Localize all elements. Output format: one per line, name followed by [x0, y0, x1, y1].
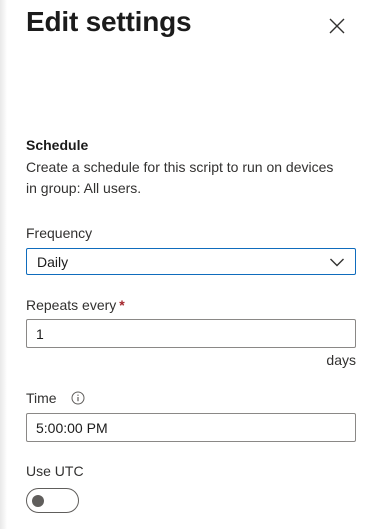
required-asterisk: *	[119, 297, 125, 313]
toggle-knob	[32, 495, 44, 507]
repeats-unit-suffix: days	[326, 352, 356, 368]
repeats-input[interactable]	[26, 319, 356, 348]
schedule-description: Create a schedule for this script to run…	[26, 159, 334, 196]
close-icon	[329, 18, 345, 34]
close-button[interactable]	[326, 15, 348, 37]
edit-settings-panel: Edit settings Schedule Create a schedule…	[0, 0, 376, 529]
frequency-selected-value: Daily	[37, 254, 69, 270]
use-utc-label: Use UTC	[26, 463, 84, 479]
frequency-dropdown[interactable]: Daily	[26, 248, 356, 275]
use-utc-toggle[interactable]	[26, 488, 79, 513]
time-label: Time	[26, 390, 57, 406]
repeats-label-text: Repeats every	[26, 297, 117, 313]
time-input[interactable]	[26, 413, 356, 442]
frequency-label: Frequency	[26, 225, 93, 241]
panel-title: Edit settings	[26, 6, 192, 37]
schedule-heading: Schedule	[26, 137, 89, 153]
info-icon[interactable]	[71, 391, 85, 405]
repeats-label: Repeats every *	[26, 297, 125, 313]
chevron-down-icon	[330, 258, 344, 267]
